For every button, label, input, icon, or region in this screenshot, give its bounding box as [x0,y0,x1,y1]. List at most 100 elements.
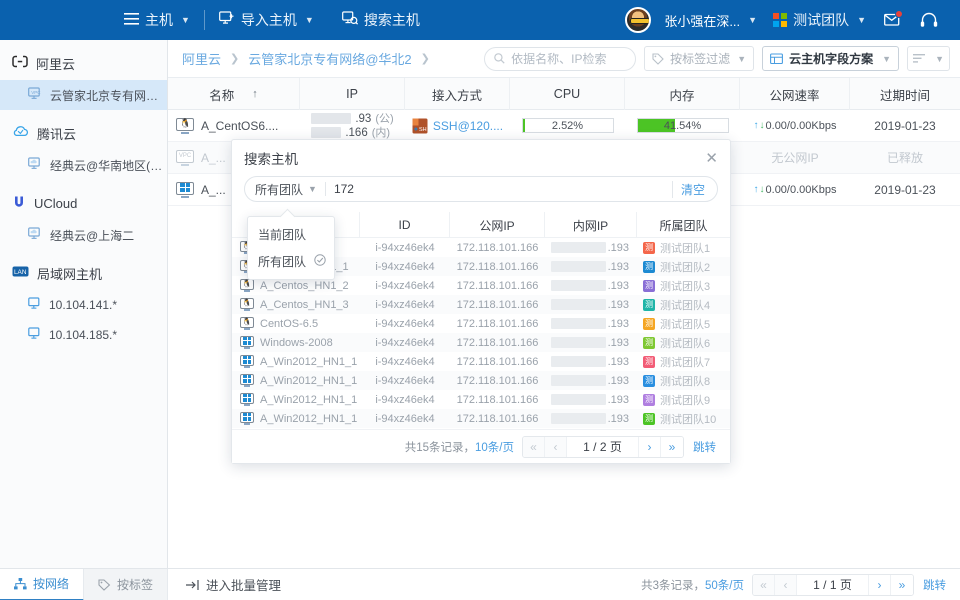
sidebar-item-lan-10-104-141[interactable]: 10.104.141.* [0,290,167,320]
close-icon[interactable]: ✕ [705,151,718,166]
masked-ip [551,299,606,310]
column-header-access[interactable]: 接入方式 [405,78,510,110]
column-header-memory[interactable]: 内存 [625,78,740,110]
chevron-down-icon: ▼ [748,15,757,25]
dialog-cell-name[interactable]: A_Win2012_HN1_1 [232,390,360,409]
dialog-cell-name[interactable]: Windows-2008 [232,333,360,352]
bottom-tab-by-network[interactable]: 按网络 [0,569,84,600]
user-name-label: 张小强在深... [664,11,740,30]
jump-page-button[interactable]: 跳转 [923,577,946,593]
main-pagination: 共3条记录，50条/页 « ‹ 1 / 1 页 › » 跳转 [641,574,960,596]
sidebar-item-vpc-beijing[interactable]: VPC 云管家北京专有网络@... [0,80,167,110]
sidebar-group-aliyun[interactable]: 阿里云 [0,46,167,80]
dialog-table-row[interactable]: A_Win2012_HN1_1i-94xz46ek4172.118.101.16… [232,371,730,390]
dialog-table-row[interactable]: A_Win2012_HN1_1i-94xz46ek4172.118.101.16… [232,390,730,409]
sidebar-group-ucloud[interactable]: UCloud [0,186,167,220]
jump-page-button[interactable]: 跳转 [693,439,716,455]
dialog-cell-public-ip: 172.118.101.166 [450,238,545,257]
masked-ip [551,356,606,367]
sidebar-group-label: 腾讯云 [37,124,76,143]
import-host-button[interactable]: 导入主机 ▼ [205,0,328,40]
dialog-per-page[interactable]: 10条/页 [475,442,514,454]
breadcrumb-item-0[interactable]: 阿里云 [182,49,221,68]
vpc-icon: VPC [28,87,43,103]
team-badge: 测 [643,299,655,311]
top-nav-left-group: 主机 ▼ 导入主机 ▼ 搜索主机 [0,0,434,40]
windows-os-icon [240,374,254,387]
dialog-table-row[interactable]: Windows-2008i-94xz46ek4172.118.101.166.1… [232,333,730,352]
tag-filter-dropdown[interactable]: 按标签过滤 ▼ [644,46,754,71]
field-scheme-dropdown[interactable]: 云主机字段方案 ▼ [762,46,899,71]
search-host-icon [342,11,358,29]
dialog-cell-name[interactable]: A_Win2012_HN1_1 [232,409,360,428]
masked-ip [551,280,606,291]
dialog-search-row: 所有团队 ▼ 172 清空 [232,176,730,212]
hamburger-icon [124,13,139,28]
column-header-ip[interactable]: IP [300,78,405,110]
dialog-table-row[interactable]: 🐧CentOS-6.5i-94xz46ek4172.118.101.166.19… [232,314,730,333]
column-header-cpu[interactable]: CPU [510,78,625,110]
dialog-host-name: CentOS-6.5 [260,318,318,330]
upload-arrow-icon: ↑ [754,120,759,131]
dialog-table-row[interactable]: A_Win2012_HN1_1i-94xz46ek4172.118.101.16… [232,409,730,428]
menu-item-current-team[interactable]: 当前团队 [248,221,334,248]
first-page-button[interactable]: « [753,574,775,596]
sidebar-group-lan[interactable]: LAN 局域网主机 [0,256,167,290]
cell-name[interactable]: 🐧 A_CentOS6.... [168,110,300,142]
last-page-button[interactable]: » [661,436,683,458]
search-input[interactable]: 依据名称、IP检索 [484,47,636,71]
host-menu-button[interactable]: 主机 ▼ [110,0,204,40]
column-header-expire[interactable]: 过期时间 [850,78,960,110]
sidebar-item-lan-10-104-185[interactable]: 10.104.185.* [0,320,167,350]
team-scope-dropdown[interactable]: 所有团队 ▼ [255,181,317,198]
dialog-cell-name[interactable]: A_Win2012_HN1_1 [232,371,360,390]
dialog-cell-name[interactable]: 🐧A_Centos_HN1_3 [232,295,360,314]
dialog-table-row[interactable]: A_Win2012_HN1_1i-94xz46ek4172.118.101.16… [232,352,730,371]
dialog-host-name: A_Win2012_HN1_1 [260,356,357,368]
dialog-cell-team: 测测试团队4 [637,295,730,314]
dialog-table-row[interactable]: 🐧A_Centos_HN1_3i-94xz46ek4172.118.101.16… [232,295,730,314]
column-header-speed[interactable]: 公网速率 [740,78,850,110]
search-host-button[interactable]: 搜索主机 [328,0,434,40]
team-selector-button[interactable]: 测试团队 ▼ [765,0,874,40]
dialog-cell-id: i-94xz46ek4 [360,390,450,409]
sidebar-item-classic-guangzhou[interactable]: 经典云@华南地区(广州) [0,150,167,180]
dialog-search-box[interactable]: 所有团队 ▼ 172 清空 [244,176,718,202]
access-link[interactable]: SSH@120.... [433,119,503,133]
column-header-name[interactable]: 名称 ↑ [168,78,300,110]
sidebar-item-classic-shanghai2[interactable]: 经典云@上海二 [0,220,167,250]
first-page-button[interactable]: « [523,436,545,458]
sort-dropdown[interactable]: ▼ [907,46,950,71]
dialog-search-input[interactable]: 172 [334,182,664,196]
breadcrumb-item-1[interactable]: 云管家北京专有网络@华北2 [248,49,411,68]
prev-page-button[interactable]: ‹ [775,574,797,596]
team-badge: 测 [643,318,655,330]
mail-button[interactable] [876,0,910,40]
chevron-down-icon: ▼ [935,54,944,64]
headset-icon [920,12,938,28]
dialog-cell-id: i-94xz46ek4 [360,352,450,371]
next-page-button[interactable]: › [639,436,661,458]
table-row[interactable]: 🐧 A_CentOS6.... .93(公) .166(内) SH SSH@12… [168,110,960,142]
clear-button[interactable]: 清空 [672,181,705,198]
dialog-cell-name[interactable]: 🐧CentOS-6.5 [232,314,360,333]
bottom-tab-by-tag[interactable]: 按标签 [84,569,168,600]
sidebar-group-tencent[interactable]: 腾讯云 [0,116,167,150]
masked-ip [551,413,606,424]
main-per-page[interactable]: 50条/页 [705,580,744,592]
bottom-bar: 按网络 按标签 进入批量管理 共3条记录，50条/页 « ‹ 1 / 1 页 ›… [0,568,960,600]
monitor-icon [28,327,42,343]
sidebar-item-label: 云管家北京专有网络@... [50,87,167,104]
prev-page-button[interactable]: ‹ [545,436,567,458]
support-headset-button[interactable] [912,0,946,40]
dialog-cell-name[interactable]: A_Win2012_HN1_1 [232,352,360,371]
masked-ip [551,337,606,348]
user-menu-button[interactable]: 张小强在深... ▼ [625,0,763,40]
last-page-button[interactable]: » [891,574,913,596]
batch-manage-button[interactable]: 进入批量管理 [186,575,281,594]
cell-access[interactable]: SH SSH@120.... [405,110,510,142]
windows-os-icon [240,336,254,349]
menu-item-all-teams[interactable]: 所有团队 [248,248,334,275]
cell-speed: 无公网IP [740,142,850,174]
next-page-button[interactable]: › [869,574,891,596]
